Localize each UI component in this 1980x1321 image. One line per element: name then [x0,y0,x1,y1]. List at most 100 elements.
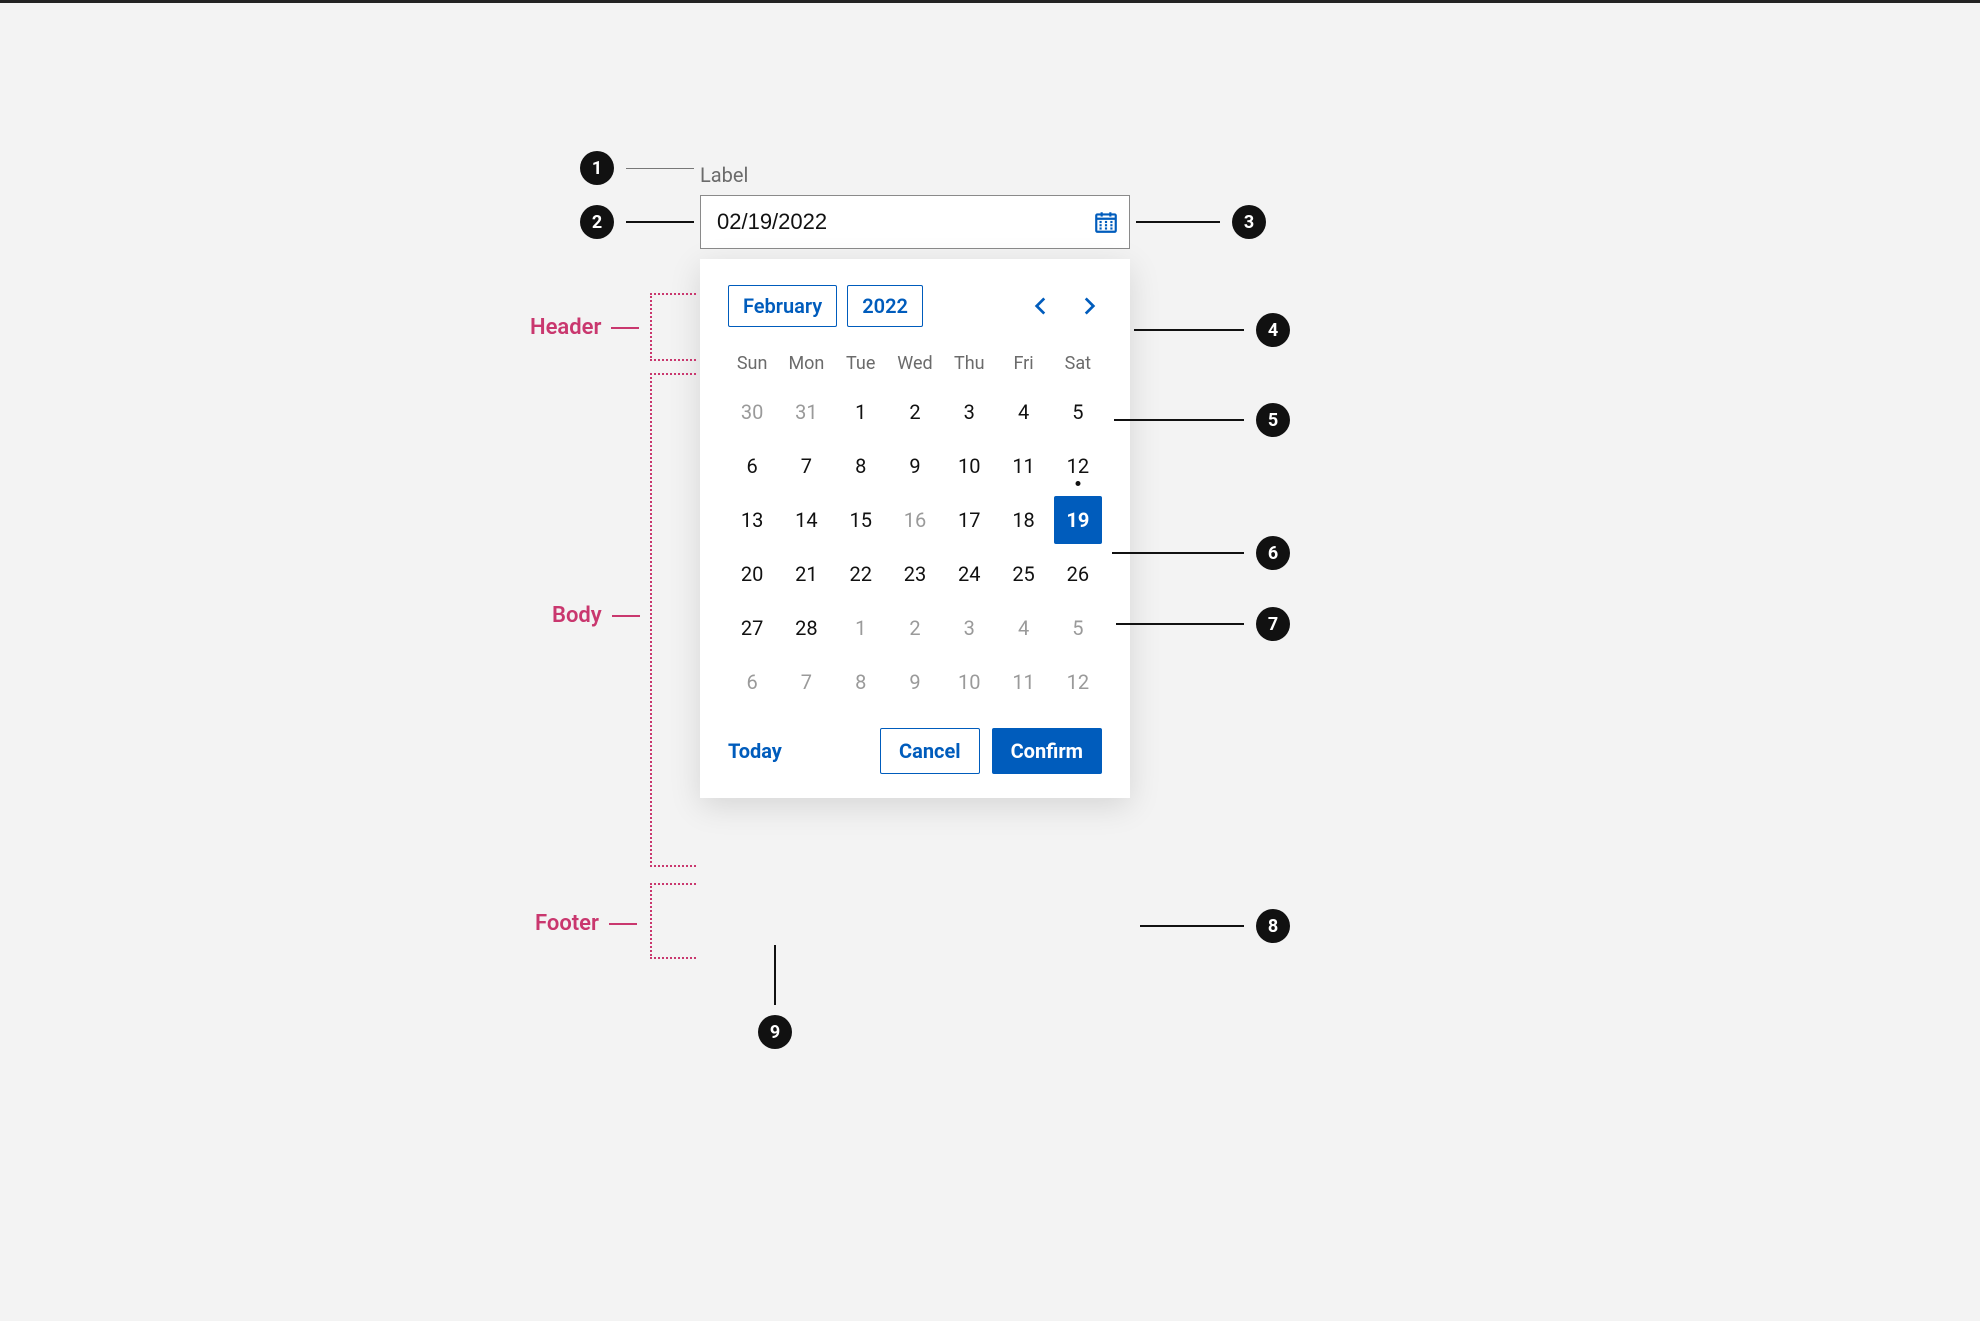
calendar-popup: February 2022 SunMonTueWedThuFriSat30311… [700,259,1130,798]
field-label: Label [700,163,1130,187]
header-section-text: Header [530,315,601,340]
diagram-frame: Label February 2022 [40,33,1940,1291]
day-outside[interactable]: 11 [999,658,1047,706]
day-outside[interactable]: 9 [891,658,939,706]
callout-1: 1 [580,151,694,185]
next-month-icon[interactable] [1076,293,1102,319]
day-cell[interactable]: 10 [945,442,993,490]
month-select[interactable]: February [728,285,837,327]
calendar-icon[interactable] [1093,209,1119,235]
day-cell[interactable]: 8 [837,442,885,490]
day-of-week: Mon [782,345,830,382]
day-cell[interactable]: 20 [728,550,776,598]
day-outside[interactable]: 1 [837,604,885,652]
day-cell[interactable]: 27 [728,604,776,652]
year-select[interactable]: 2022 [847,285,923,327]
prev-month-icon[interactable] [1028,293,1054,319]
day-cell[interactable]: 11 [999,442,1047,490]
day-cell[interactable]: 22 [837,550,885,598]
day-outside[interactable]: 12 [1054,658,1102,706]
day-cell[interactable]: 3 [945,388,993,436]
body-bracket [650,373,696,867]
day-cell[interactable]: 16 [891,496,939,544]
day-cell[interactable]: 9 [891,442,939,490]
day-cell[interactable]: 2 [891,388,939,436]
callout-4: 4 [1134,313,1290,347]
callout-9: 9 [758,945,792,1049]
day-cell[interactable]: 5 [1054,388,1102,436]
callout-dot: 3 [1232,205,1266,239]
callout-dot: 8 [1256,909,1290,943]
day-outside[interactable]: 7 [782,658,830,706]
callout-2: 2 [580,205,694,239]
date-input[interactable] [715,208,1093,236]
day-of-week: Wed [891,345,939,382]
callout-dot: 5 [1256,403,1290,437]
callout-lead [774,945,776,1005]
calendar-header: February 2022 [728,285,1102,327]
day-outside[interactable]: 10 [945,658,993,706]
day-outside[interactable]: 6 [728,658,776,706]
day-outside[interactable]: 4 [999,604,1047,652]
day-cell[interactable]: 21 [782,550,830,598]
callout-dot: 7 [1256,607,1290,641]
confirm-button[interactable]: Confirm [992,728,1102,774]
callout-lead [1116,623,1244,625]
body-section-text: Body [552,603,602,628]
calendar-footer: Today Cancel Confirm [728,728,1102,774]
callout-lead [1136,221,1220,223]
day-cell[interactable]: 15 [837,496,885,544]
day-cell[interactable]: 23 [891,550,939,598]
day-cell[interactable]: 6 [728,442,776,490]
callout-dot: 4 [1256,313,1290,347]
day-selected[interactable]: 19 [1054,496,1102,544]
day-cell[interactable]: 26 [1054,550,1102,598]
tick-icon [609,923,637,925]
month-nav [1028,293,1102,319]
footer-section-text: Footer [535,911,599,936]
day-cell[interactable]: 28 [782,604,830,652]
day-of-week: Fri [999,345,1047,382]
callout-lead [1140,925,1244,927]
callout-dot: 1 [580,151,614,185]
body-section-label: Body [552,603,640,628]
day-cell[interactable]: 7 [782,442,830,490]
callout-dot: 6 [1256,536,1290,570]
day-cell[interactable]: 13 [728,496,776,544]
day-cell[interactable]: 4 [999,388,1047,436]
day-outside[interactable]: 8 [837,658,885,706]
day-outside[interactable]: 5 [1054,604,1102,652]
tick-icon [611,327,639,329]
calendar-grid: SunMonTueWedThuFriSat3031123456789101112… [728,345,1102,706]
date-input-wrap[interactable] [700,195,1130,249]
footer-section-label: Footer [535,911,637,936]
callout-lead [1134,329,1244,331]
day-cell[interactable]: 25 [999,550,1047,598]
footer-bracket [650,883,696,959]
callout-lead [1112,552,1244,554]
day-outside[interactable]: 30 [728,388,776,436]
date-picker-widget: Label February 2022 [700,163,1130,798]
header-bracket [650,293,696,361]
callout-3: 3 [1136,205,1266,239]
day-cell[interactable]: 17 [945,496,993,544]
callout-6: 6 [1112,536,1290,570]
day-cell[interactable]: 18 [999,496,1047,544]
callout-lead [626,221,694,223]
day-cell[interactable]: 1 [837,388,885,436]
day-of-week: Tue [837,345,885,382]
day-outside[interactable]: 2 [891,604,939,652]
day-of-week: Sat [1054,345,1102,382]
day-today[interactable]: 12 [1054,442,1102,490]
callout-lead [1114,419,1244,421]
day-cell[interactable]: 24 [945,550,993,598]
day-of-week: Sun [728,345,776,382]
callout-dot: 2 [580,205,614,239]
callout-7: 7 [1116,607,1290,641]
day-of-week: Thu [945,345,993,382]
day-outside[interactable]: 31 [782,388,830,436]
cancel-button[interactable]: Cancel [880,728,980,774]
day-cell[interactable]: 14 [782,496,830,544]
day-outside[interactable]: 3 [945,604,993,652]
today-link[interactable]: Today [728,739,782,763]
